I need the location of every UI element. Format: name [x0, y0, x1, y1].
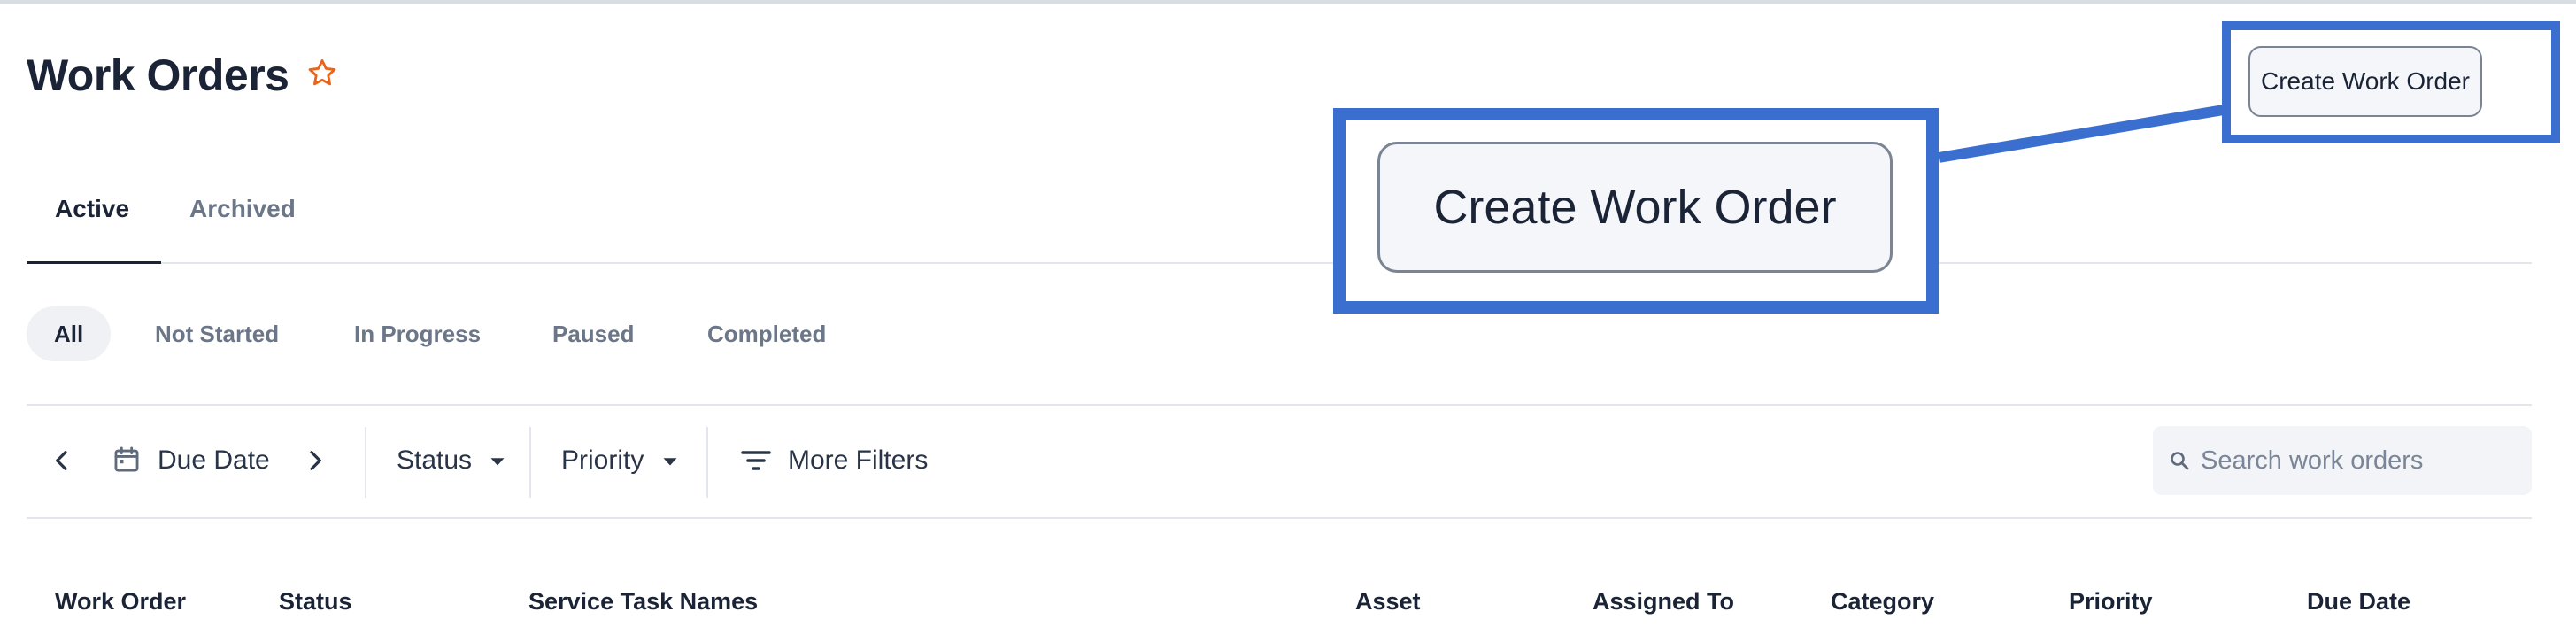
create-work-order-button-zoomed: Create Work Order	[1377, 142, 1893, 273]
highlight-connector	[1938, 105, 2225, 163]
